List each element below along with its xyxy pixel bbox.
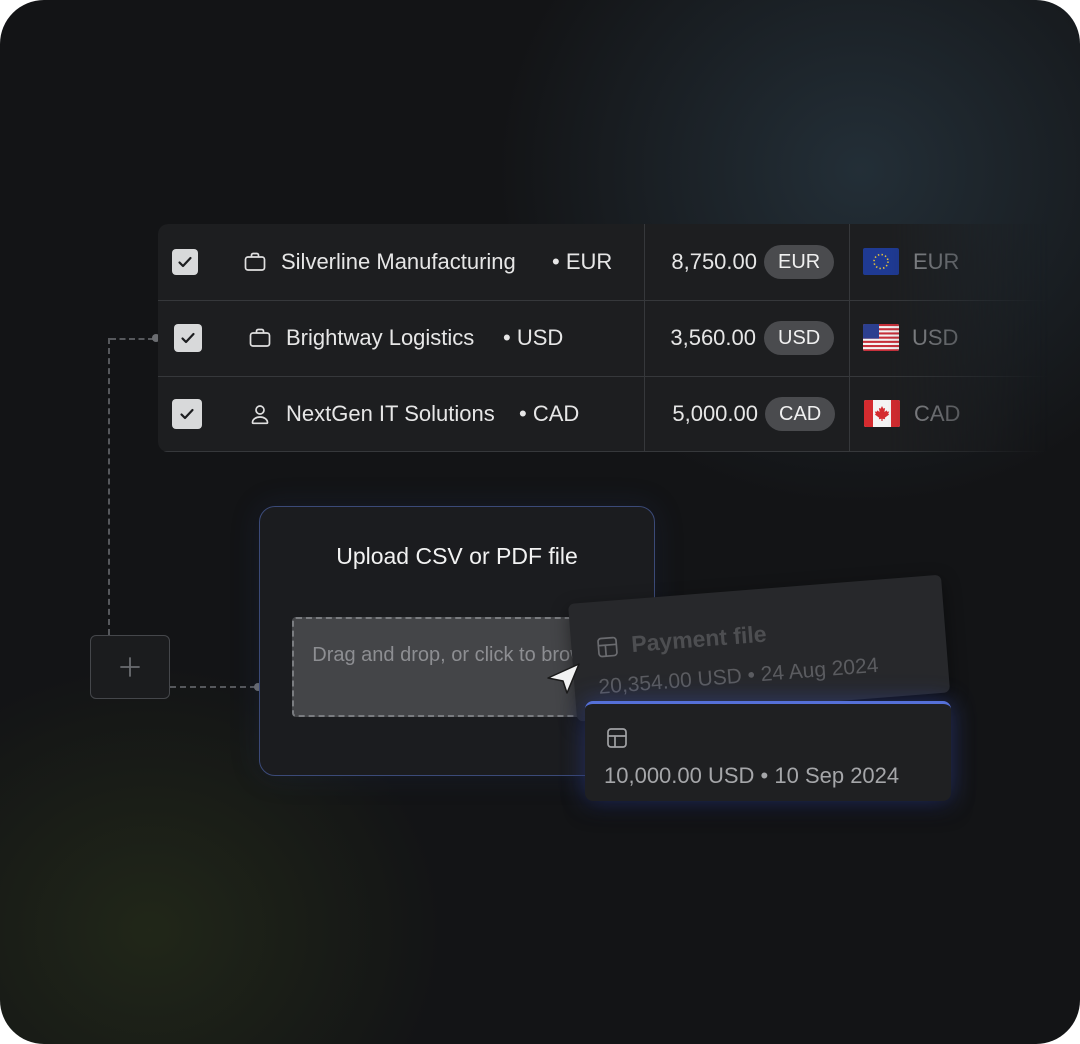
add-button[interactable]: [90, 635, 170, 699]
column-divider: [849, 300, 850, 376]
check-icon: [178, 256, 192, 268]
accounts-table: Silverline Manufacturing • EUR 8,750.00 …: [158, 224, 1048, 452]
connector-line: [110, 338, 154, 340]
row-amount: 5,000.00: [672, 401, 758, 426]
row-name: Silverline Manufacturing: [281, 249, 516, 274]
file-subtitle: 10,000.00 USD • 10 Sep 2024: [604, 763, 900, 788]
us-flag-icon: [863, 324, 899, 351]
canada-flag-icon: [864, 400, 900, 427]
plus-icon: [120, 657, 140, 677]
column-divider: [849, 224, 850, 300]
app-card: Silverline Manufacturing • EUR 8,750.00 …: [0, 0, 1080, 1044]
table-row[interactable]: NextGen IT Solutions • CAD 5,000.00 CAD …: [158, 376, 1048, 452]
row-currency-suffix: • CAD: [519, 401, 580, 426]
row-currency-suffix: • USD: [503, 325, 564, 350]
row-checkbox[interactable]: [172, 249, 198, 275]
column-divider: [849, 376, 850, 451]
table-row[interactable]: Silverline Manufacturing • EUR 8,750.00 …: [158, 224, 1048, 301]
row-amount: 8,750.00: [671, 249, 757, 274]
row-currency-suffix: • EUR: [552, 249, 613, 274]
table-icon: [595, 634, 621, 660]
file-card-selected[interactable]: 10,000.00 USD • 10 Sep 2024: [585, 701, 951, 801]
table-row[interactable]: Brightway Logistics • USD 3,560.00 USD U…: [158, 300, 1048, 377]
row-amount: 3,560.00: [670, 325, 756, 350]
eu-flag-icon: [863, 248, 899, 275]
check-icon: [181, 332, 195, 344]
briefcase-icon: [248, 326, 272, 350]
row-checkbox[interactable]: [174, 324, 202, 352]
person-icon: [248, 402, 272, 426]
row-checkbox[interactable]: [172, 399, 202, 429]
row-flag-currency: EUR: [913, 249, 960, 274]
connector-line: [108, 338, 110, 635]
row-flag-currency: CAD: [914, 401, 961, 426]
connector-line: [170, 686, 256, 688]
row-flag-currency: USD: [912, 325, 959, 350]
currency-badge: CAD: [765, 397, 836, 431]
currency-badge: USD: [764, 321, 835, 355]
upload-title: Upload CSV or PDF file: [336, 543, 578, 569]
currency-badge: EUR: [764, 245, 835, 279]
file-subtitle: 20,354.00 USD • 24 Aug 2024: [597, 653, 880, 699]
file-title: Payment file: [630, 620, 768, 658]
briefcase-icon: [243, 250, 267, 274]
check-icon: [180, 408, 194, 420]
row-name: NextGen IT Solutions: [286, 401, 495, 426]
row-name: Brightway Logistics: [286, 325, 475, 350]
table-icon: [605, 726, 629, 750]
pointer-cursor-icon: [545, 660, 585, 696]
